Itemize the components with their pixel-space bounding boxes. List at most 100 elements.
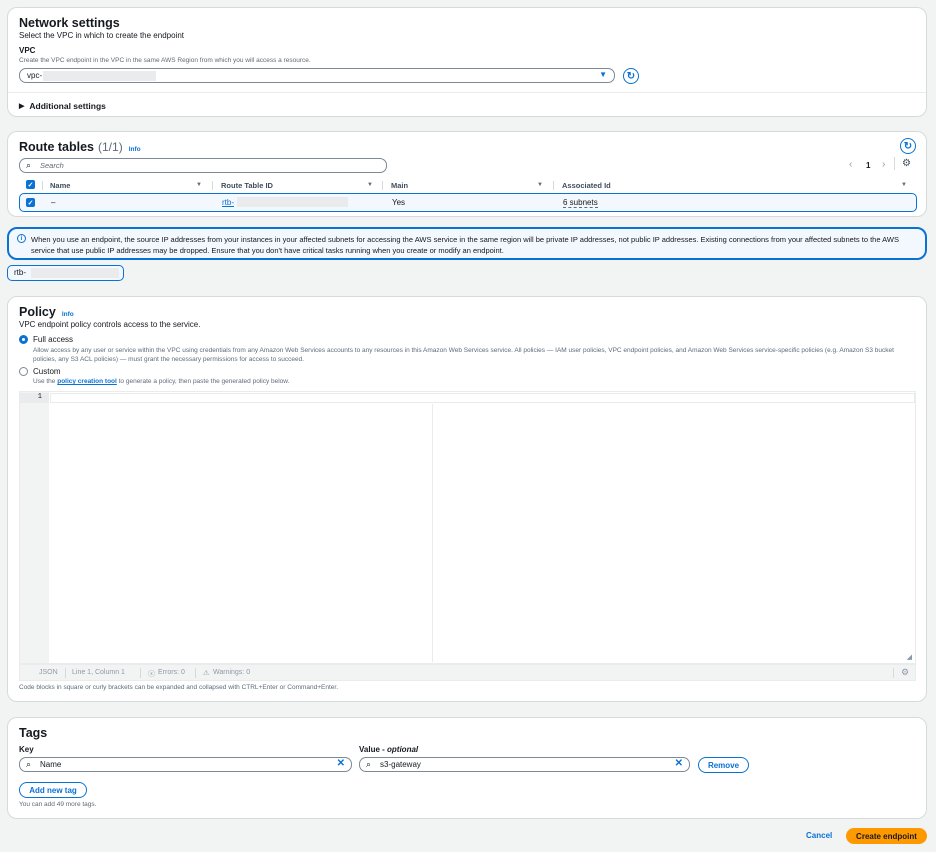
radio-selected-icon [19, 335, 28, 344]
info-alert: i When you use an endpoint, the source I… [7, 227, 927, 260]
custom-radio[interactable] [19, 367, 28, 376]
route-table-id-link[interactable]: rtb- [222, 198, 234, 207]
cancel-button[interactable]: Cancel [806, 831, 832, 840]
warnings-icon: ⚠ [203, 670, 210, 677]
check-icon: ✓ [26, 180, 35, 189]
sort-icon[interactable]: ▼ [537, 182, 543, 188]
redacted-route-table-id [237, 197, 348, 207]
refresh-route-tables-icon[interactable]: ↻ [900, 138, 916, 154]
create-endpoint-button[interactable]: Create endpoint [846, 828, 927, 844]
policy-info-link[interactable]: Info [62, 311, 74, 318]
sort-icon[interactable]: ▼ [901, 182, 907, 188]
divider [140, 668, 141, 678]
divider [65, 668, 66, 678]
full-access-radio[interactable] [19, 335, 28, 344]
status-errors[interactable]: Errors: 0 [158, 669, 185, 676]
column-header-associated-id[interactable]: Associated Id [562, 178, 611, 192]
route-tables-panel: Route tables (1/1) Info ↻ ⌕ Search ‹ 1 ›… [7, 131, 927, 217]
full-access-description: Allow access by any user or service with… [33, 347, 894, 363]
policy-header: Policy Info [19, 305, 74, 319]
full-access-label[interactable]: Full access [33, 335, 73, 344]
resize-handle-icon[interactable]: ◢ [907, 653, 912, 661]
row-checkbox[interactable]: ✓ [26, 198, 35, 207]
policy-title: Policy [19, 305, 56, 319]
vpc-select-value: vpc- [27, 71, 43, 80]
sort-icon[interactable]: ▼ [196, 182, 202, 188]
tag-value-input[interactable]: ⌕ s3-gateway ✕ [359, 757, 690, 772]
cell-associated-id[interactable]: 6 subnets [563, 198, 598, 208]
next-page-icon[interactable]: › [882, 159, 885, 170]
custom-desc-prefix: Use the [33, 378, 56, 385]
divider [8, 92, 926, 93]
status-warnings[interactable]: Warnings: 0 [213, 669, 250, 676]
custom-label[interactable]: Custom [33, 367, 61, 376]
divider [894, 157, 895, 170]
errors-icon: ⓧ [148, 671, 155, 678]
search-icon: ⌕ [26, 160, 32, 170]
route-tables-header: Route tables (1/1) Info [19, 140, 141, 154]
route-tables-title: Route tables [19, 140, 95, 154]
policy-code-editor[interactable]: 1 ◢ [19, 391, 916, 664]
vpc-sublabel: Create the VPC endpoint in the VPC in th… [19, 57, 311, 64]
column-separator [42, 181, 43, 190]
column-header-name[interactable]: Name [50, 178, 70, 192]
previous-page-icon[interactable]: ‹ [849, 159, 852, 170]
tag-limit-hint: You can add 49 more tags. [19, 801, 97, 808]
tags-panel: Tags Key Value - optional ⌕ Name ✕ ⌕ s3-… [7, 717, 927, 819]
route-table-search-input[interactable]: ⌕ Search [19, 158, 387, 173]
status-cursor-position: Line 1, Column 1 [72, 669, 125, 676]
refresh-vpc-icon[interactable]: ↻ [623, 68, 639, 84]
clear-key-icon[interactable]: ✕ [337, 758, 345, 769]
route-tables-info-link[interactable]: Info [129, 146, 141, 153]
tag-value-optional: optional [387, 745, 419, 754]
policy-creation-tool-link[interactable]: policy creation tool [57, 378, 117, 385]
editor-gutter [20, 392, 49, 663]
vpc-select[interactable]: vpc- ▼ [19, 68, 615, 83]
sort-icon[interactable]: ▼ [367, 182, 373, 188]
search-icon: ⌕ [366, 759, 372, 769]
divider [195, 668, 196, 678]
search-icon: ⌕ [26, 759, 32, 769]
additional-settings-toggle[interactable]: ▶ Additional settings [19, 101, 106, 111]
cell-name: – [51, 198, 56, 207]
active-line-highlight [50, 393, 915, 403]
custom-desc-suffix: to generate a policy, then paste the gen… [118, 378, 290, 385]
radio-unselected-icon [19, 367, 28, 376]
caret-right-icon: ▶ [19, 103, 25, 110]
tag-value-label-text: Value - [359, 745, 388, 754]
table-row[interactable]: ✓ – rtb- Yes 6 subnets [19, 193, 917, 212]
tag-key-value: Name [40, 760, 62, 769]
editor-settings-gear-icon[interactable]: ⚙ [901, 667, 909, 678]
table-header: ✓ Name ▼ Route Table ID ▼ Main ▼ Associa… [19, 178, 917, 192]
remove-tag-button[interactable]: Remove [698, 757, 749, 773]
line-number: 1 [20, 393, 49, 403]
tag-key-input[interactable]: ⌕ Name ✕ [19, 757, 352, 772]
clear-value-icon[interactable]: ✕ [675, 758, 683, 769]
tag-value-label: Value - optional [359, 745, 418, 754]
redacted-vpc-id [43, 71, 156, 81]
policy-panel: Policy Info VPC endpoint policy controls… [7, 296, 927, 702]
caret-down-icon: ▼ [599, 70, 607, 79]
editor-keyboard-hint: Code blocks in square or curly brackets … [19, 684, 339, 691]
print-margin [432, 404, 433, 662]
status-language: JSON [39, 669, 58, 676]
info-alert-text: When you use an endpoint, the source IP … [31, 235, 899, 255]
editor-status-bar: JSON Line 1, Column 1 ⓧ Errors: 0 ⚠ Warn… [19, 664, 916, 681]
tag-value-value: s3-gateway [380, 760, 421, 769]
selected-route-table-token[interactable]: rtb- [7, 265, 124, 281]
info-icon: i [17, 234, 26, 243]
route-tables-count: (1/1) [98, 140, 123, 154]
token-label: rtb- [14, 268, 26, 277]
cell-main: Yes [392, 198, 406, 207]
select-all-checkbox[interactable]: ✓ [26, 180, 35, 189]
tags-title: Tags [19, 726, 48, 740]
search-placeholder: Search [40, 161, 64, 170]
column-header-route-table-id[interactable]: Route Table ID [221, 178, 273, 192]
network-settings-description: Select the VPC in which to create the en… [19, 31, 184, 40]
policy-description: VPC endpoint policy controls access to t… [19, 320, 201, 329]
column-header-main[interactable]: Main [391, 178, 408, 192]
add-new-tag-button[interactable]: Add new tag [19, 782, 87, 798]
network-settings-panel: Network settings Select the VPC in which… [7, 7, 927, 117]
settings-gear-icon[interactable]: ⚙ [902, 158, 911, 169]
page-number[interactable]: 1 [866, 161, 870, 170]
